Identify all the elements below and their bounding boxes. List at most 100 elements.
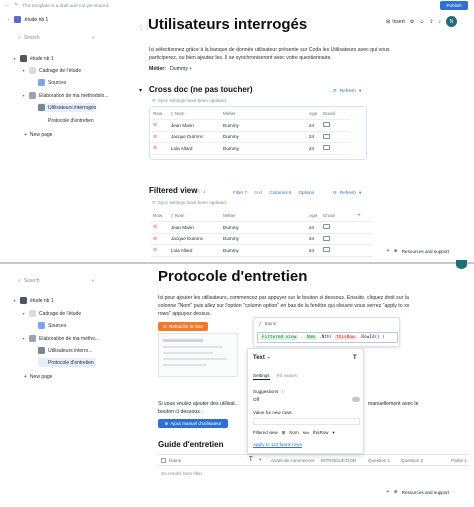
new-page-button[interactable]: + New page bbox=[24, 372, 52, 381]
cell-metier[interactable]: Dummy bbox=[220, 119, 306, 132]
collapse-toggle-icon[interactable]: ▾ bbox=[139, 87, 142, 94]
search-input[interactable]: Search bbox=[24, 278, 40, 284]
email-icon[interactable] bbox=[323, 235, 331, 241]
table-row[interactable]: ⊘ Jean Marin Dummy 24 bbox=[150, 119, 350, 132]
refresh-list-button[interactable]: ⟳ Rafraichir la liste bbox=[158, 322, 208, 331]
cell-nom[interactable]: Lola Allard bbox=[168, 244, 220, 257]
sidebar-item-root[interactable]: ▾ étude nb 1 bbox=[12, 296, 54, 305]
add-column-icon[interactable]: + bbox=[354, 210, 372, 222]
drag-handle-icon[interactable]: ⋮⋮ bbox=[138, 24, 150, 31]
share-icon[interactable]: ⇪ bbox=[429, 19, 433, 25]
settings-icon[interactable]: ⚙ bbox=[410, 19, 414, 25]
toggle[interactable] bbox=[352, 397, 360, 402]
cross-doc-refresh[interactable]: ⟳ Refresh ▾ bbox=[333, 88, 361, 94]
resources-link[interactable]: ✦ ⊕ Resources and support bbox=[386, 248, 449, 254]
cell-nom[interactable]: Lola Allard bbox=[168, 142, 220, 155]
col-avant[interactable]: Avant de commencer bbox=[271, 458, 321, 463]
col-nom[interactable]: ▯ Nom bbox=[168, 210, 220, 222]
sidebar-item-root[interactable]: ▾ étude nb 1 bbox=[12, 54, 54, 63]
new-page-button[interactable]: + New page bbox=[24, 130, 52, 139]
bell-icon[interactable]: ♪ bbox=[439, 19, 442, 25]
tab-settings[interactable]: Settings bbox=[253, 373, 270, 380]
sidebar-item-elaboration[interactable]: ▾ Elaboration de ma métho... bbox=[21, 334, 99, 343]
cell-age[interactable]: 24 bbox=[306, 221, 321, 234]
col-age[interactable]: Age bbox=[306, 210, 321, 222]
avatar[interactable]: N bbox=[446, 16, 458, 27]
publish-button[interactable]: Publish bbox=[440, 1, 468, 10]
unlink-icon[interactable]: ⊘ bbox=[153, 247, 157, 253]
sidebar-item-cadrage[interactable]: ▾ Cadrage de l'étude bbox=[21, 66, 81, 75]
cell-metier[interactable]: Dummy bbox=[220, 142, 306, 155]
collapse-sidebar-icon[interactable]: « bbox=[92, 35, 95, 41]
cell-nom[interactable]: Jacque Dutronc bbox=[168, 131, 220, 143]
expand-icon[interactable]: ▾ bbox=[12, 56, 17, 61]
sidebar-item-sources[interactable]: Sources bbox=[38, 78, 66, 87]
comments-icon[interactable]: ☺ bbox=[419, 19, 424, 25]
unlink-icon[interactable]: ⊘ bbox=[153, 224, 157, 230]
search-box[interactable]: ⌕ Search bbox=[18, 278, 40, 284]
text-format-icon[interactable]: T bbox=[353, 355, 357, 361]
col-metier[interactable]: Métier bbox=[220, 108, 306, 120]
cell-nom[interactable]: Jacque Dutronc bbox=[168, 233, 220, 245]
col-row[interactable]: Row bbox=[150, 210, 168, 222]
manual-add-button[interactable]: ⊕ Ajout manuel d'utilisateur bbox=[158, 419, 228, 428]
sidebar-item-protocole[interactable]: Protocole d'entretien bbox=[48, 116, 94, 125]
cell-age[interactable]: 24 bbox=[306, 131, 321, 143]
cell-nom[interactable]: Jean Marin bbox=[168, 119, 220, 132]
cell-metier[interactable]: Dummy bbox=[220, 221, 306, 234]
text-type-icon[interactable]: T bbox=[249, 457, 259, 463]
col-email[interactable]: Email bbox=[320, 108, 350, 120]
col-partie1[interactable]: Partie 1 bbox=[451, 458, 467, 463]
avatar[interactable] bbox=[456, 260, 467, 269]
sidebar-item-utilisateurs[interactable]: Utilisateurs interrogés bbox=[38, 103, 96, 112]
filter-button[interactable]: Filter 7 bbox=[233, 190, 247, 195]
chevron-down-icon[interactable]: ▾ bbox=[259, 457, 271, 463]
table-row[interactable]: ⊘ Jean Marin Dummy 24 bbox=[150, 221, 372, 234]
apply-blank-rows-link[interactable]: Apply to 123 blank rows bbox=[253, 442, 302, 447]
table-row[interactable]: ⊘ Jacque Dutronc Dummy 24 bbox=[150, 233, 372, 245]
table-row[interactable]: ⊘ Lola Allard Dummy 24 bbox=[150, 244, 372, 257]
table-row[interactable]: ⊘ Jacque Dutronc Dummy 24 bbox=[150, 131, 350, 143]
search-box[interactable]: ⌕ Search bbox=[18, 35, 40, 41]
col-q2[interactable]: Question 2 bbox=[401, 458, 451, 463]
sidebar-item-cadrage[interactable]: ▾ Cadrage de l'étude bbox=[21, 309, 81, 318]
expand-icon[interactable]: ▾ bbox=[21, 336, 26, 341]
email-icon[interactable] bbox=[323, 133, 331, 139]
expand-icon[interactable]: ▾ bbox=[12, 298, 17, 303]
chevron-down-icon[interactable]: ▾ bbox=[268, 355, 270, 361]
unlink-icon[interactable]: ⊘ bbox=[153, 134, 157, 140]
col-email[interactable]: Email bbox=[320, 210, 355, 222]
cell-age[interactable]: 24 bbox=[306, 142, 321, 155]
expand-icon[interactable]: ▾ bbox=[21, 93, 26, 98]
unlink-icon[interactable]: ⊘ bbox=[153, 122, 157, 128]
sidebar-item-utilisateurs[interactable]: Utilisateurs interro... bbox=[38, 346, 92, 355]
unlink-icon[interactable]: ⊘ bbox=[153, 145, 157, 151]
email-icon[interactable] bbox=[323, 122, 331, 128]
formula-input[interactable]: Filtered view. Nom .Nth(thisRow .RowId()) bbox=[257, 332, 398, 343]
sort-button[interactable]: Sort bbox=[254, 190, 262, 195]
cell-age[interactable]: 24 bbox=[306, 244, 321, 257]
insert-button[interactable]: ⊞ Insert bbox=[386, 19, 405, 25]
columns-button[interactable]: Columns 5 bbox=[269, 190, 291, 195]
col-nom[interactable]: ▯ Nom bbox=[168, 108, 220, 120]
row-checkbox[interactable] bbox=[161, 457, 166, 463]
expand-icon[interactable]: ▾ bbox=[21, 68, 26, 73]
cell-metier[interactable]: Dummy bbox=[220, 244, 306, 257]
formula-display[interactable]: Filtered view ⊞ Nom Nth thisRow ▾ bbox=[253, 430, 335, 436]
col-row[interactable]: Row bbox=[150, 108, 168, 120]
cell-age[interactable]: 24 bbox=[306, 119, 321, 132]
sidebar-item-protocole[interactable]: Protocole d'entretien bbox=[38, 358, 96, 367]
suggestions-select[interactable]: Off bbox=[253, 397, 360, 404]
email-icon[interactable] bbox=[323, 247, 331, 253]
col-age[interactable]: Age bbox=[306, 108, 321, 120]
tab-fill-values[interactable]: Fill values bbox=[277, 373, 297, 380]
chevron-left-icon[interactable]: ‹ bbox=[8, 17, 10, 23]
col-introduction[interactable]: INTRODUCTION bbox=[321, 458, 368, 463]
resources-link[interactable]: ✦ ⊕ Resources and support bbox=[386, 489, 449, 495]
metier-select[interactable]: Dummy ▾ bbox=[170, 66, 192, 72]
search-input[interactable]: Search bbox=[24, 35, 40, 41]
email-icon[interactable] bbox=[323, 145, 331, 151]
options-button[interactable]: Options bbox=[298, 190, 314, 195]
collapse-sidebar-icon[interactable]: « bbox=[92, 278, 95, 284]
cell-metier[interactable]: Dummy bbox=[220, 233, 306, 245]
